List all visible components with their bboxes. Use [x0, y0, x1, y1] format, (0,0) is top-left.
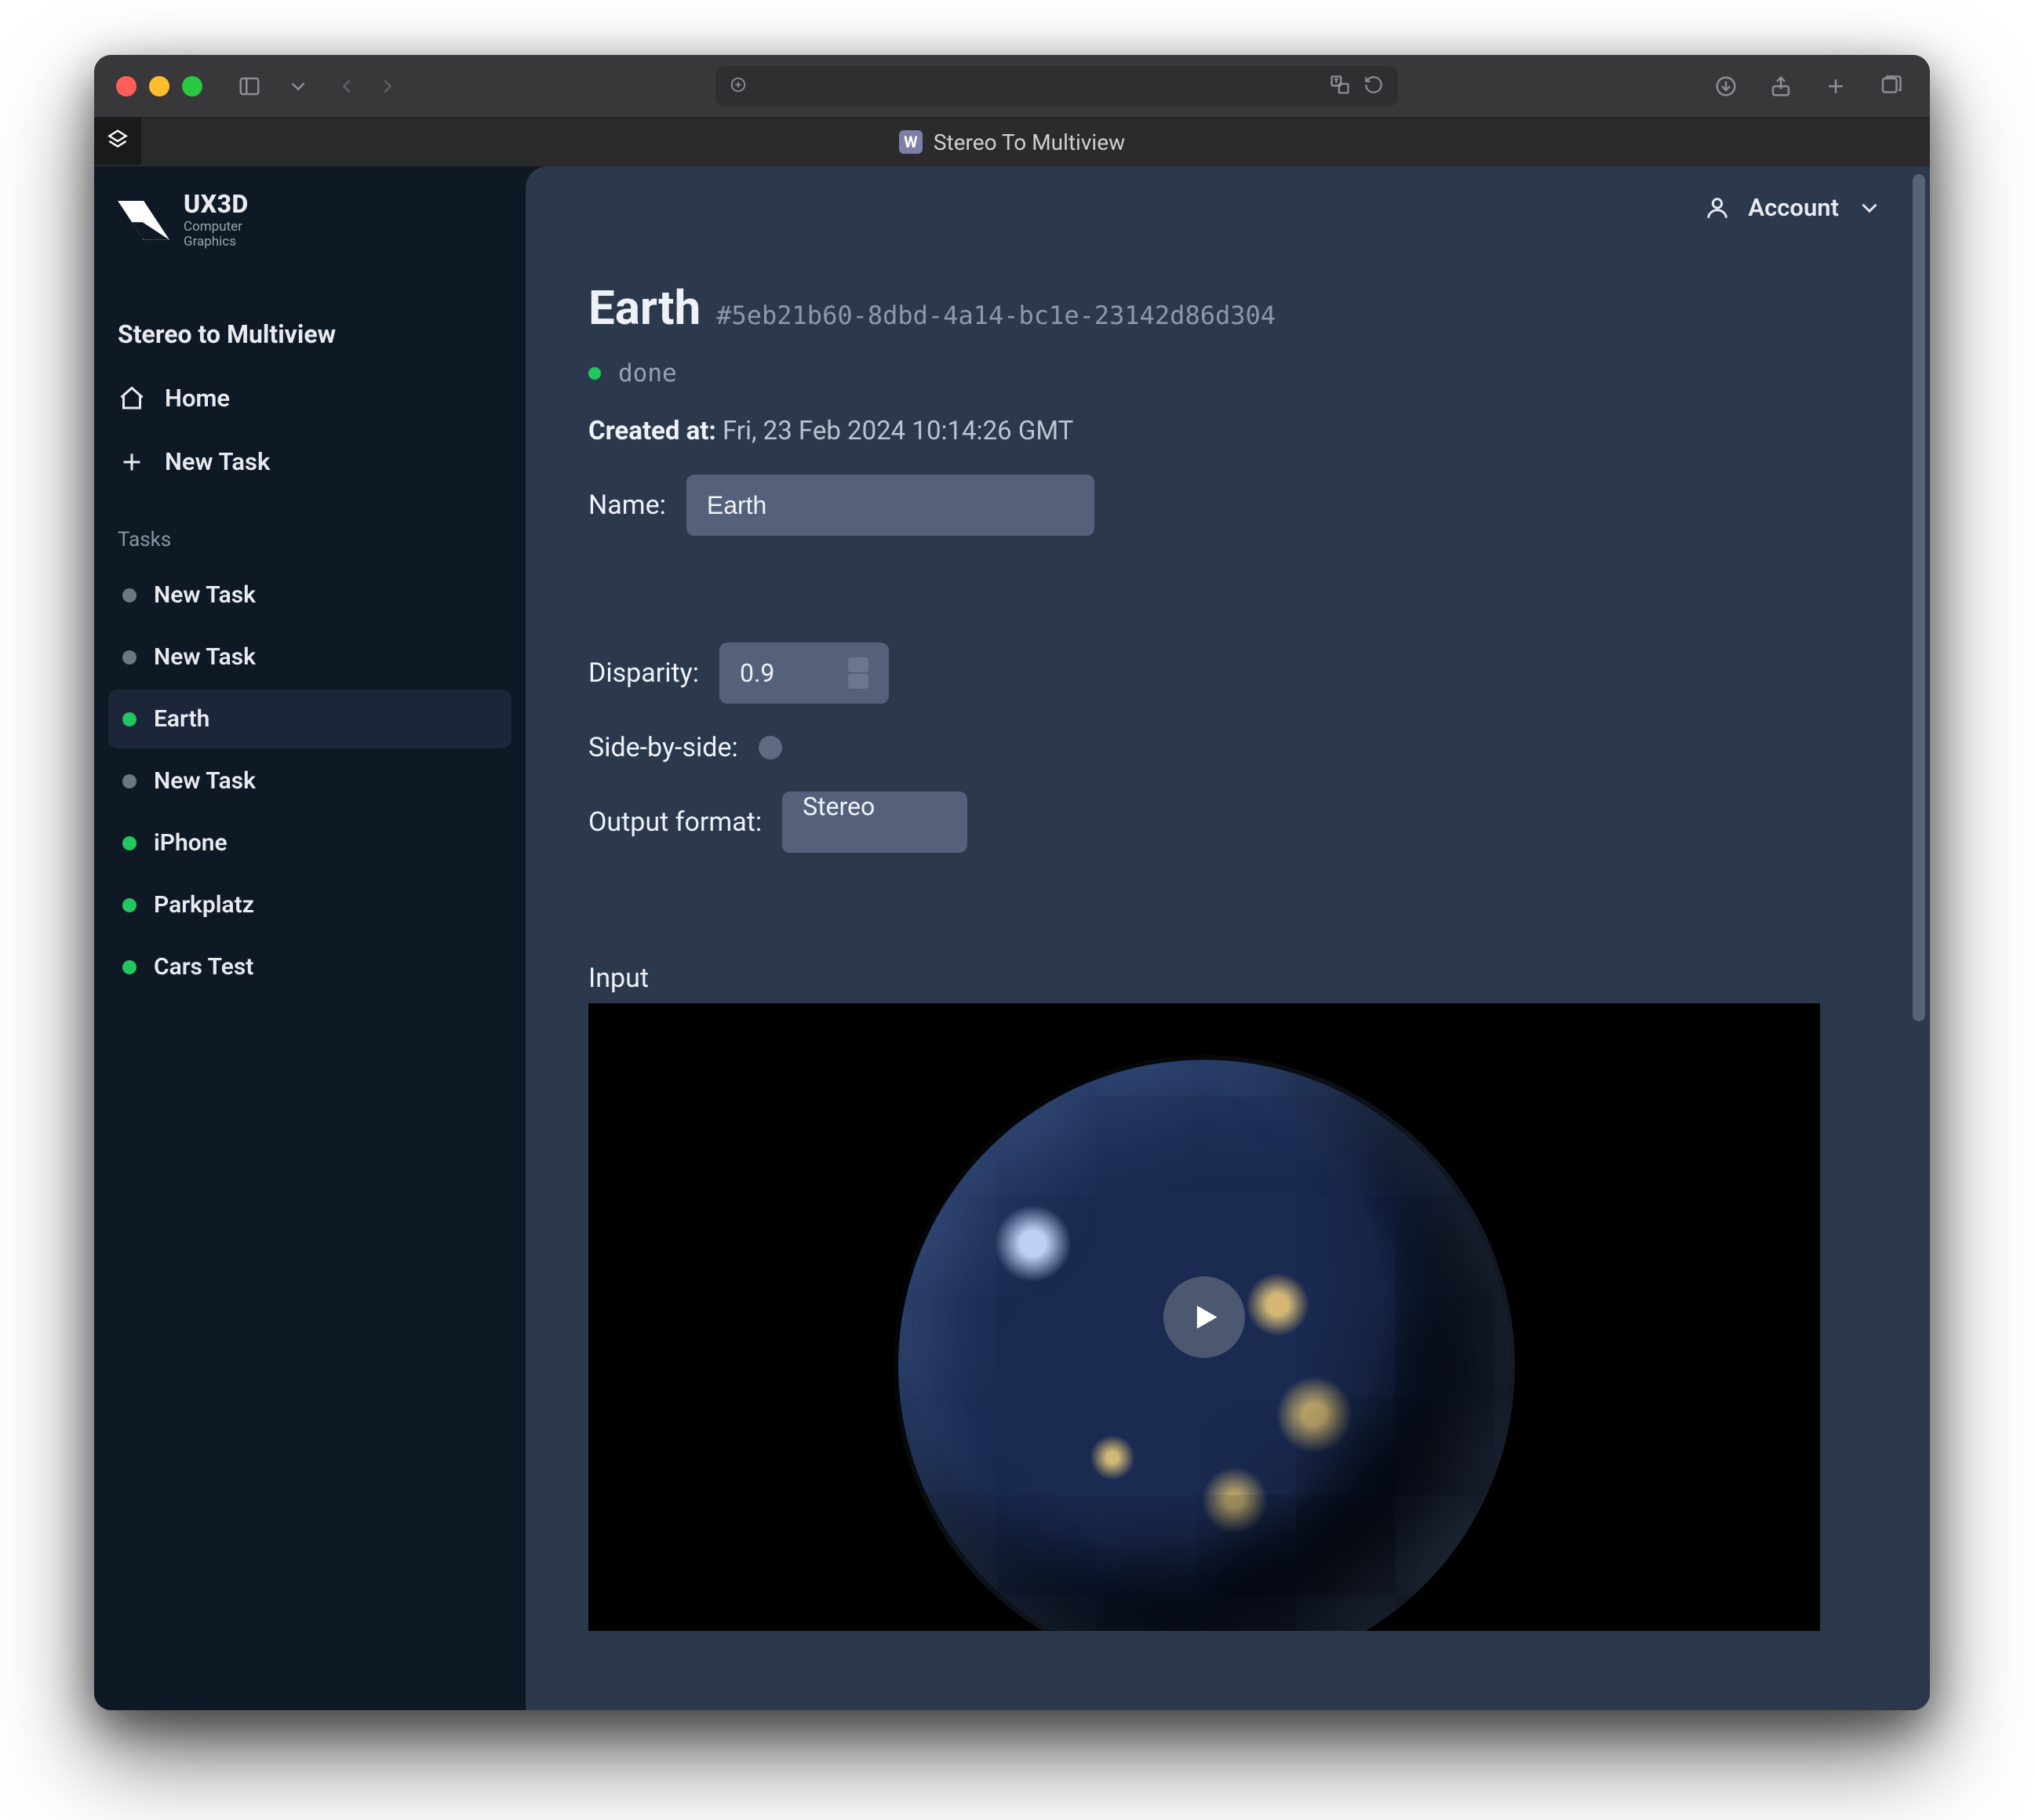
translate-icon[interactable]: [1329, 74, 1351, 99]
brand-logo[interactable]: UX3D Computer Graphics: [94, 188, 526, 272]
browser-titlebar: [94, 55, 1930, 118]
task-item[interactable]: Cars Test: [108, 937, 511, 996]
downloads-icon[interactable]: [1709, 69, 1743, 104]
back-button[interactable]: [329, 69, 364, 104]
task-status-text: done: [618, 359, 677, 388]
status-dot-icon: [122, 960, 137, 974]
nav-new-task[interactable]: New Task: [94, 430, 526, 493]
task-item[interactable]: New Task: [108, 752, 511, 810]
page-heading: Earth #5eb21b60-8dbd-4a14-bc1e-23142d86d…: [588, 280, 1867, 336]
browser-tab[interactable]: W Stereo To Multiview: [899, 129, 1125, 155]
disparity-value: 0.9: [740, 658, 774, 688]
task-item[interactable]: iPhone: [108, 814, 511, 872]
address-bar-plus-icon: [730, 76, 1320, 96]
nav-home-label: Home: [165, 384, 230, 413]
task-item-label: New Task: [154, 643, 256, 671]
address-bar[interactable]: [715, 66, 1398, 107]
disparity-label: Disparity:: [588, 657, 699, 689]
account-menu[interactable]: Account: [1748, 193, 1839, 222]
close-window-button[interactable]: [116, 76, 137, 96]
output-format-label: Output format:: [588, 806, 762, 838]
task-item-label: Cars Test: [154, 953, 253, 981]
nav-new-task-label: New Task: [165, 447, 270, 476]
status-dot-icon: [588, 367, 601, 380]
site-favicon: W: [899, 130, 923, 154]
status-dot-icon: [122, 588, 137, 602]
status-dot-icon: [122, 774, 137, 788]
disparity-row: Disparity: 0.9: [588, 642, 1867, 704]
created-at-label: Created at:: [588, 416, 716, 446]
task-hash: #5eb21b60-8dbd-4a14-bc1e-23142d86d304: [716, 300, 1276, 330]
status-dot-icon: [122, 650, 137, 664]
main-panel: Account Earth #5eb21b60-8dbd-4a14-bc1e-2…: [526, 166, 1930, 1710]
task-item-label: New Task: [154, 581, 256, 609]
reload-icon[interactable]: [1363, 75, 1384, 98]
task-item-label: iPhone: [154, 829, 228, 857]
name-input[interactable]: [686, 475, 1094, 536]
number-stepper-icon[interactable]: [848, 657, 868, 689]
task-detail: Earth #5eb21b60-8dbd-4a14-bc1e-23142d86d…: [526, 249, 1930, 1662]
task-item[interactable]: New Task: [108, 628, 511, 686]
scrollbar[interactable]: [1913, 174, 1925, 1021]
play-button[interactable]: [1163, 1276, 1245, 1358]
app-root: UX3D Computer Graphics Stereo to Multivi…: [94, 166, 1930, 1710]
plus-icon: [118, 448, 146, 476]
side-by-side-row: Side-by-side:: [588, 732, 1867, 763]
task-item[interactable]: New Task: [108, 566, 511, 624]
task-status: done: [588, 359, 1867, 388]
output-format-row: Output format: Stereo: [588, 792, 1867, 853]
maximize-window-button[interactable]: [182, 76, 202, 96]
output-format-select[interactable]: Stereo: [782, 792, 967, 853]
brand-text: UX3D Computer Graphics: [184, 191, 249, 249]
share-icon[interactable]: [1764, 69, 1798, 104]
task-item-label: New Task: [154, 767, 256, 795]
input-section-label: Input: [588, 963, 1867, 994]
name-label: Name:: [588, 490, 666, 521]
task-list: New Task New Task Earth New Task iPhone: [94, 561, 526, 1001]
side-by-side-checkbox[interactable]: [759, 736, 782, 759]
forward-button[interactable]: [370, 69, 405, 104]
created-at-value: Fri, 23 Feb 2024 10:14:26 GMT: [723, 416, 1073, 446]
extension-icon[interactable]: [94, 118, 141, 165]
home-icon: [118, 384, 146, 413]
task-item[interactable]: Parkplatz: [108, 875, 511, 934]
app-title: Stereo to Multiview: [94, 272, 526, 366]
name-row: Name:: [588, 475, 1867, 536]
browser-window: W Stereo To Multiview UX3D Computer Grap…: [94, 55, 1930, 1710]
sidebar: UX3D Computer Graphics Stereo to Multivi…: [94, 166, 526, 1710]
tab-title: Stereo To Multiview: [934, 129, 1125, 155]
task-item-label: Earth: [154, 705, 209, 733]
top-bar: Account: [526, 166, 1930, 249]
side-by-side-label: Side-by-side:: [588, 732, 738, 763]
status-dot-icon: [122, 836, 137, 850]
status-dot-icon: [122, 712, 137, 726]
new-tab-icon[interactable]: [1818, 69, 1853, 104]
brand-mark-icon: [118, 201, 169, 240]
output-format-value: Stereo: [803, 792, 875, 821]
brand-subline-1: Computer: [184, 219, 242, 235]
sidebar-toggle-icon[interactable]: [232, 69, 267, 104]
window-controls: [116, 76, 202, 96]
input-video[interactable]: [588, 1003, 1820, 1631]
nav-home[interactable]: Home: [94, 366, 526, 430]
status-dot-icon: [122, 898, 137, 912]
chevron-down-icon[interactable]: [281, 69, 315, 104]
minimize-window-button[interactable]: [149, 76, 169, 96]
disparity-input[interactable]: 0.9: [719, 642, 889, 704]
brand-subline-2: Graphics: [184, 234, 236, 249]
brand-name: UX3D: [184, 191, 249, 217]
browser-tabbar: W Stereo To Multiview: [94, 118, 1930, 166]
chevron-down-icon[interactable]: [1856, 195, 1883, 221]
task-created-at: Created at: Fri, 23 Feb 2024 10:14:26 GM…: [588, 416, 1867, 446]
tab-overview-icon[interactable]: [1873, 69, 1908, 104]
play-icon: [1187, 1300, 1221, 1334]
tasks-section-label: Tasks: [94, 493, 526, 561]
task-item-label: Parkplatz: [154, 891, 254, 919]
user-icon: [1704, 195, 1731, 221]
task-item[interactable]: Earth: [108, 690, 511, 748]
task-title: Earth: [588, 280, 701, 336]
